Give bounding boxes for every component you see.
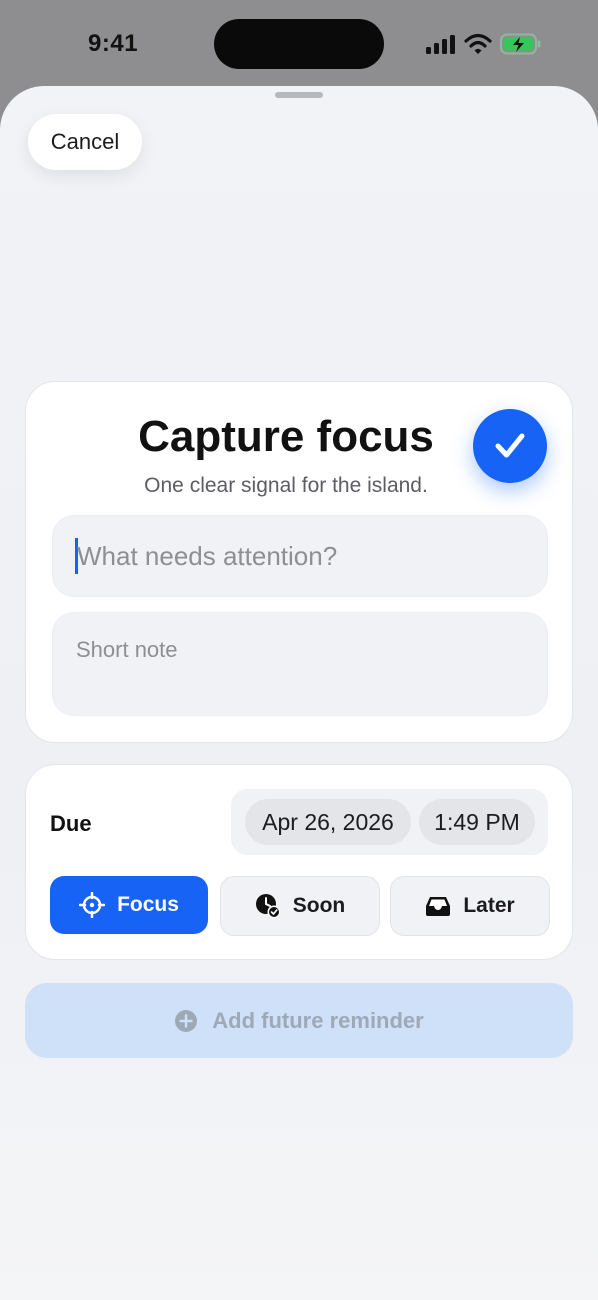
clock-check-icon [255,894,281,919]
task-title-placeholder: What needs attention? [77,541,338,571]
capture-subtitle: One clear signal for the island. [144,474,428,497]
task-title-input[interactable]: What needs attention? [52,515,548,597]
battery-charging-icon [500,33,541,55]
short-note-placeholder: Short note [76,637,178,662]
priority-soon-button[interactable]: Soon [220,876,380,936]
add-future-reminder-label: Add future reminder [212,1007,424,1033]
capture-card: Capture focus One clear signal for the i… [25,381,573,743]
tray-icon [426,897,451,916]
status-time: 9:41 [88,30,139,57]
capture-title: Capture focus [138,412,434,461]
priority-focus-button[interactable]: Focus [50,876,208,934]
due-date-button[interactable]: Apr 26, 2026 [245,799,411,845]
status-icons [426,31,542,57]
plus-circle-icon [175,1009,198,1032]
status-bar: 9:41 [0,0,598,88]
dynamic-island [214,19,384,69]
confirm-button[interactable] [473,409,547,483]
cancel-button[interactable]: Cancel [28,114,142,170]
add-future-reminder-button[interactable]: Add future reminder [25,983,573,1058]
sheet-grabber[interactable] [275,92,323,98]
crosshair-icon [79,892,106,918]
priority-focus-label: Focus [117,893,179,916]
short-note-input[interactable]: Short note [52,612,548,716]
checkmark-icon [495,433,525,458]
priority-soon-label: Soon [292,894,346,917]
signal-icon [426,35,455,54]
due-time-button[interactable]: 1:49 PM [419,799,535,845]
due-date-picker: Apr 26, 2026 1:49 PM [231,789,548,855]
due-label: Due [50,811,92,836]
due-card: Due Apr 26, 2026 1:49 PM Focus Soon Late… [25,764,573,960]
priority-later-label: Later [463,894,515,917]
priority-later-button[interactable]: Later [390,876,550,936]
wifi-icon [464,33,492,54]
new-task-sheet: Cancel Capture focus One clear signal fo… [0,86,598,1300]
